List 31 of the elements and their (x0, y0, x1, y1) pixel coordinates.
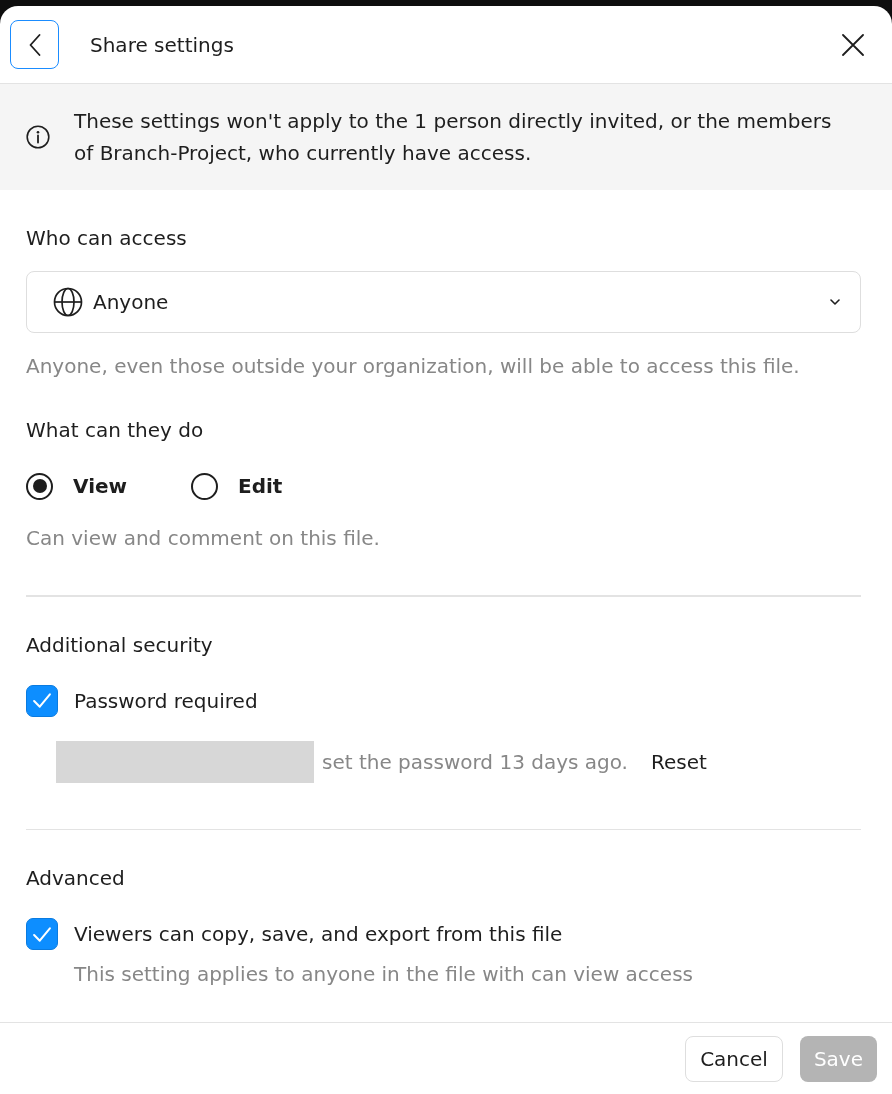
checkbox[interactable] (26, 918, 58, 950)
section-heading: Additional security (26, 631, 214, 659)
close-icon (842, 33, 864, 56)
checkbox[interactable] (26, 684, 58, 717)
back-button[interactable] (10, 20, 59, 69)
section-heading: Advanced (26, 865, 126, 892)
radio-label[interactable]: Edit (238, 474, 283, 498)
globe-icon (53, 287, 83, 317)
select-value: Anyone (93, 290, 170, 314)
password-status: set the password 13 days ago. (322, 749, 628, 774)
cancel-button[interactable]: Cancel (685, 1035, 783, 1082)
close-button[interactable] (840, 31, 866, 58)
access-description: Anyone, even those outside your organization, will be able to access this file. (26, 353, 801, 380)
chevron-left-icon (28, 33, 41, 56)
checkbox-label[interactable]: Viewers can copy, save, and export from this file (74, 922, 563, 946)
notice-text: These settings won't apply to the 1 person directly invited, or the members of Branch-Project, who currently have access. (74, 108, 833, 167)
option-description: This setting applies to anyone in the file with can view access (74, 961, 694, 988)
section-heading: What can they do (26, 417, 205, 444)
check-icon (33, 693, 51, 708)
radio-label[interactable]: View (73, 474, 128, 498)
info-icon (26, 125, 50, 149)
chevron-down-icon (830, 299, 840, 305)
radio-button[interactable] (26, 472, 53, 500)
check-icon (33, 926, 51, 942)
dialog-title: Share settings (90, 32, 235, 57)
access-select[interactable]: Anyone (26, 271, 861, 333)
section-heading: Who can access (26, 225, 188, 252)
radio-button[interactable] (191, 472, 219, 500)
reset-link[interactable]: Reset (651, 749, 707, 774)
checkbox-label[interactable]: Password required (74, 688, 258, 713)
permission-description: Can view and comment on this file. (26, 525, 381, 552)
